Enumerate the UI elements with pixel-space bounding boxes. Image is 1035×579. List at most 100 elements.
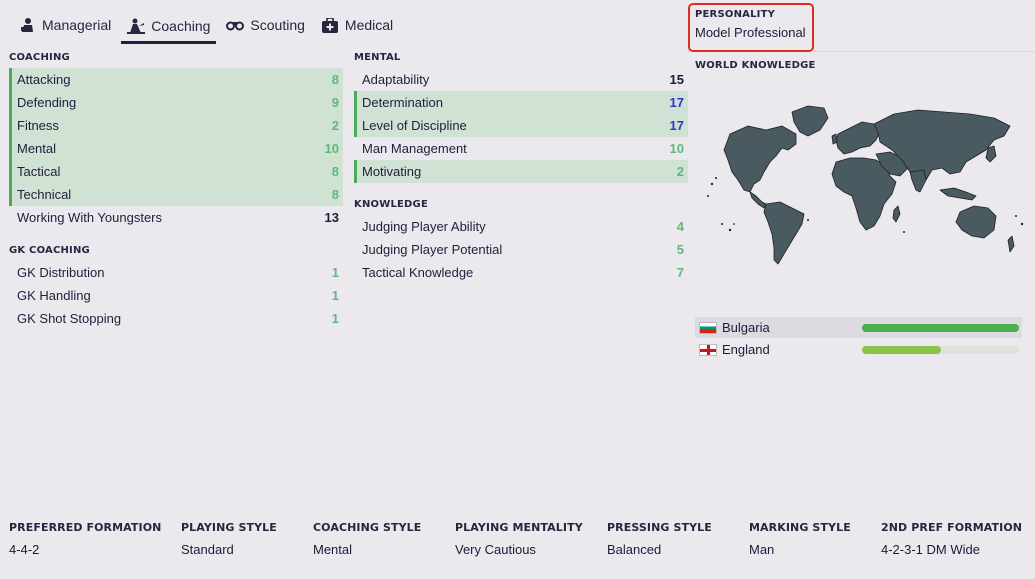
tab-label: Coaching xyxy=(151,17,211,34)
stat-heading: PLAYING MENTALITY xyxy=(455,521,583,534)
attribute-value: 1 xyxy=(331,311,339,326)
attribute-row: Defending 9 xyxy=(9,91,343,114)
stat-heading: COACHING STYLE xyxy=(313,521,422,534)
coaching-heading: COACHING xyxy=(9,52,70,63)
attribute-value: 8 xyxy=(331,187,339,202)
attribute-label: Tactical Knowledge xyxy=(362,265,474,280)
attribute-label: Attacking xyxy=(17,72,71,87)
south-america-shape xyxy=(763,201,805,265)
attribute-value: 10 xyxy=(669,141,684,156)
attribute-value: 10 xyxy=(324,141,339,156)
mental-heading: MENTAL xyxy=(354,52,401,63)
stat-value: Balanced xyxy=(607,542,662,557)
attribute-row: Attacking 8 xyxy=(9,68,343,91)
attribute-row: Mental 10 xyxy=(9,137,343,160)
tab-medical[interactable]: Medical xyxy=(315,10,399,40)
attribute-label: Technical xyxy=(17,187,72,202)
attribute-row: Fitness 2 xyxy=(9,114,343,137)
pressing-style: PRESSING STYLE Balanced xyxy=(607,521,712,557)
second-preferred-formation: 2ND PREF FORMATION 4-2-3-1 DM Wide xyxy=(881,521,1022,557)
europe-shape xyxy=(835,121,881,155)
stat-value: 4-4-2 xyxy=(9,542,40,557)
stat-value: Standard xyxy=(181,542,234,557)
coaching-style: COACHING STYLE Mental xyxy=(313,521,421,557)
knowledge-list: Judging Player Ability 4 Judging Player P… xyxy=(354,215,688,284)
attribute-label: Level of Discipline xyxy=(362,118,467,133)
attribute-label: GK Distribution xyxy=(17,265,105,280)
playing-mentality: PLAYING MENTALITY Very Cautious xyxy=(455,521,583,557)
tab-coaching[interactable]: Coaching xyxy=(121,10,217,44)
attribute-row: Working With Youngsters 13 xyxy=(9,206,343,229)
attribute-row: Level of Discipline 17 xyxy=(354,114,688,137)
attribute-row: GK Distribution 1 xyxy=(9,261,343,284)
attribute-value: 7 xyxy=(676,265,684,280)
knowledge-country-row: England xyxy=(695,339,1022,360)
greenland-shape xyxy=(791,105,829,137)
attribute-value: 13 xyxy=(324,210,339,225)
attribute-value: 15 xyxy=(669,72,684,87)
attribute-label: Adaptability xyxy=(362,72,430,87)
knowledge-bar-fill xyxy=(862,345,941,354)
attribute-label: Motivating xyxy=(362,164,422,179)
country-name: Bulgaria xyxy=(722,320,770,335)
attribute-label: Judging Player Ability xyxy=(362,219,486,234)
stat-value: Man xyxy=(749,542,775,557)
attribute-value: 8 xyxy=(331,164,339,179)
attribute-row: Motivating 2 xyxy=(354,160,688,183)
new-zealand-shape xyxy=(1007,235,1015,253)
attribute-value: 1 xyxy=(331,265,339,280)
uk-shape xyxy=(831,133,838,145)
attribute-value: 17 xyxy=(669,118,684,133)
attribute-row: Tactical 8 xyxy=(9,160,343,183)
attribute-label: Defending xyxy=(17,95,77,110)
attribute-value: 9 xyxy=(331,95,339,110)
staff-tabs: Managerial Coaching Scouting Medical xyxy=(12,10,403,44)
attribute-row: Determination 17 xyxy=(354,91,688,114)
stat-heading: PREFERRED FORMATION xyxy=(9,521,162,534)
attribute-value: 2 xyxy=(331,118,339,133)
knowledge-country-row: Bulgaria xyxy=(695,317,1022,338)
stat-heading: MARKING STYLE xyxy=(749,521,851,534)
stat-heading: 2ND PREF FORMATION xyxy=(881,521,1023,534)
knowledge-bar xyxy=(862,323,1019,332)
coaching-list: Attacking 8 Defending 9 Fitness 2 Mental 10 … xyxy=(9,68,343,229)
attribute-row: Man Management 10 xyxy=(354,137,688,160)
mental-list: Adaptability 15 Determination 17 Level of … xyxy=(354,68,688,183)
world-map xyxy=(707,105,1024,265)
attribute-value: 4 xyxy=(676,219,684,234)
attribute-label: Fitness xyxy=(17,118,59,133)
attribute-row: GK Shot Stopping 1 xyxy=(9,307,343,330)
coach-icon xyxy=(127,17,146,35)
indonesia-shape xyxy=(939,187,977,201)
attribute-value: 17 xyxy=(669,95,684,110)
attribute-row: Judging Player Ability 4 xyxy=(354,215,688,238)
stat-value: Mental xyxy=(313,542,353,557)
tab-managerial[interactable]: Managerial xyxy=(12,10,117,40)
attribute-label: Working With Youngsters xyxy=(17,210,162,225)
attribute-row: Adaptability 15 xyxy=(354,68,688,91)
attribute-row: Technical 8 xyxy=(9,183,343,206)
attribute-label: Tactical xyxy=(17,164,61,179)
gk-coaching-list: GK Distribution 1 GK Handling 1 GK Shot St… xyxy=(9,261,343,330)
tab-scouting[interactable]: Scouting xyxy=(220,10,310,40)
binoculars-icon xyxy=(226,16,245,34)
madagascar-shape xyxy=(892,205,901,223)
england-flag-icon xyxy=(699,343,717,356)
attribute-label: GK Shot Stopping xyxy=(17,311,122,326)
stat-heading: PLAYING STYLE xyxy=(181,521,277,534)
australia-shape xyxy=(955,205,997,239)
manager-icon xyxy=(18,16,36,34)
attribute-value: 1 xyxy=(331,288,339,303)
gk-coaching-heading: GK COACHING xyxy=(9,245,90,256)
attribute-value: 2 xyxy=(676,164,684,179)
marking-style: MARKING STYLE Man xyxy=(749,521,851,557)
central-america-shape xyxy=(749,191,767,209)
knowledge-heading: KNOWLEDGE xyxy=(354,199,428,210)
stat-heading: PRESSING STYLE xyxy=(607,521,712,534)
attribute-label: Determination xyxy=(362,95,443,110)
stat-value: 4-2-3-1 DM Wide xyxy=(881,542,980,557)
preferred-formation: PREFERRED FORMATION 4-4-2 xyxy=(9,521,161,557)
bulgaria-flag-icon xyxy=(699,321,717,334)
attribute-row: GK Handling 1 xyxy=(9,284,343,307)
divider xyxy=(814,51,1035,52)
